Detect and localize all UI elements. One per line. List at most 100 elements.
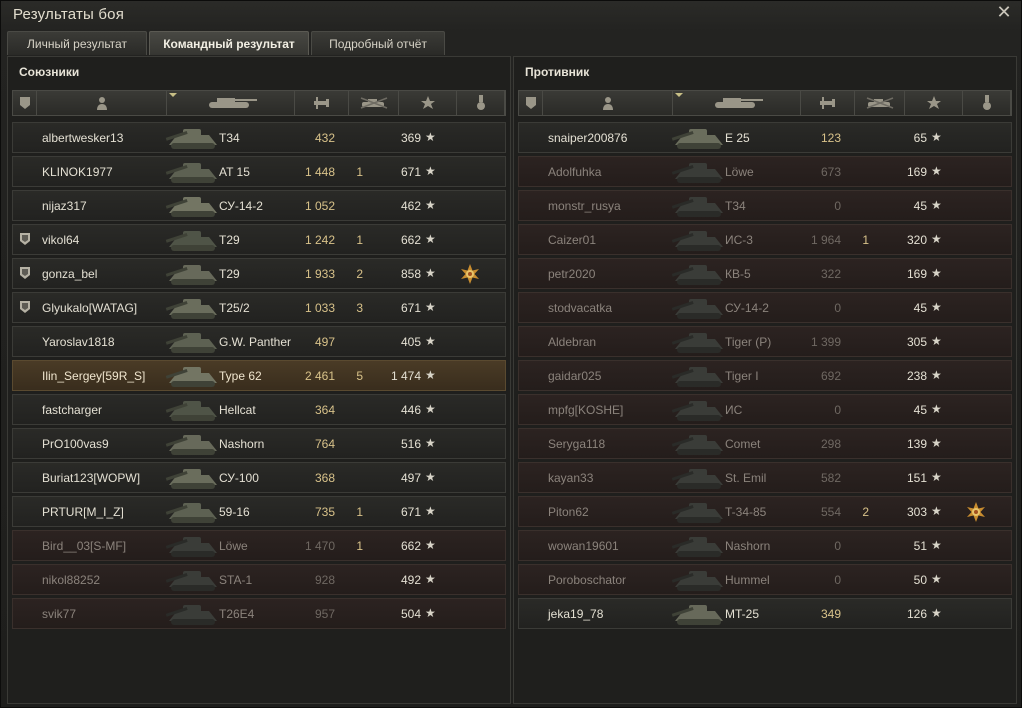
player-sort-icon[interactable] — [37, 91, 167, 115]
player-row[interactable]: mpfg[KOSHE] ИС 0 45 ★ — [518, 394, 1012, 425]
damage-value: 1 448 — [304, 165, 335, 179]
frags-value: 1 — [356, 165, 363, 179]
damage-value: 364 — [314, 403, 335, 417]
damage-sort-icon[interactable] — [295, 91, 349, 115]
player-row[interactable]: albertwesker13 T34 432 369 ★ — [12, 122, 506, 153]
damage-value: 1 470 — [304, 539, 335, 553]
xp-value: 492 — [400, 573, 421, 587]
damage-value: 1 242 — [304, 233, 335, 247]
platoon-sort-icon[interactable] — [13, 91, 37, 115]
damage-sort-icon[interactable] — [801, 91, 855, 115]
player-row[interactable]: gaidar025 Tiger I 692 238 ★ — [518, 360, 1012, 391]
close-icon[interactable]: ✕ — [995, 4, 1013, 22]
tank-icon — [163, 119, 223, 153]
xp-sort-icon[interactable] — [905, 91, 963, 115]
player-row[interactable]: KLINOK1977 AT 15 1 448 1 671 ★ — [12, 156, 506, 187]
damage-value: 0 — [834, 539, 841, 553]
medal-sort-icon[interactable] — [963, 91, 1011, 115]
vehicle-name: T-34-85 — [725, 505, 767, 519]
tank-icon — [163, 493, 223, 527]
tank-icon — [163, 187, 223, 221]
player-row[interactable]: Aldebran Tiger (P) 1 399 305 ★ — [518, 326, 1012, 357]
player-row[interactable]: nikol88252 STA-1 928 492 ★ — [12, 564, 506, 595]
medal-icon[interactable] — [965, 501, 987, 523]
xp-value: 50 — [913, 573, 927, 587]
player-row[interactable]: Poroboschator Hummel 0 50 ★ — [518, 564, 1012, 595]
player-row[interactable]: kayan33 St. Emil 582 151 ★ — [518, 462, 1012, 493]
tab-detailed-report[interactable]: Подробный отчёт — [311, 31, 445, 55]
sort-indicator-icon — [169, 93, 177, 97]
tank-icon — [669, 153, 729, 187]
vehicle-name: Löwe — [219, 539, 248, 553]
player-row[interactable]: Bird__03[S-MF] Löwe 1 470 1 662 ★ — [12, 530, 506, 561]
player-row[interactable]: Buriat123[WOPW] СУ-100 368 497 ★ — [12, 462, 506, 493]
player-name: nijaz317 — [42, 199, 87, 213]
star-icon: ★ — [931, 606, 942, 620]
tank-icon — [669, 255, 729, 289]
player-row[interactable]: stodvacatka СУ-14-2 0 45 ★ — [518, 292, 1012, 323]
player-row[interactable]: svik77 T26E4 957 504 ★ — [12, 598, 506, 629]
player-row[interactable]: Piton62 T-34-85 554 2 303 ★ — [518, 496, 1012, 527]
tank-icon — [669, 187, 729, 221]
player-name: KLINOK1977 — [42, 165, 113, 179]
player-row[interactable]: jeka19_78 MT-25 349 126 ★ — [518, 598, 1012, 629]
vehicle-name: Hummel — [725, 573, 770, 587]
player-row[interactable]: nijaz317 СУ-14-2 1 052 462 ★ — [12, 190, 506, 221]
vehicle-name: St. Emil — [725, 471, 767, 485]
xp-value: 662 — [400, 233, 421, 247]
star-icon: ★ — [425, 538, 436, 552]
star-icon: ★ — [931, 232, 942, 246]
player-row[interactable]: Ilin_Sergey[59R_S] Type 62 2 461 5 1 474 ★ — [12, 360, 506, 391]
player-name: Seryga118 — [548, 437, 606, 451]
title-bar: Результаты боя ✕ — [1, 1, 1021, 29]
tab-personal-result[interactable]: Личный результат — [7, 31, 147, 55]
player-sort-icon[interactable] — [543, 91, 673, 115]
star-icon: ★ — [425, 368, 436, 382]
vehicle-name: Nashorn — [219, 437, 265, 451]
player-row[interactable]: PrO100vas9 Nashorn 764 516 ★ — [12, 428, 506, 459]
medal-icon[interactable] — [459, 263, 481, 285]
player-row[interactable]: Yaroslav1818 G.W. Panther 497 405 ★ — [12, 326, 506, 357]
player-name: Buriat123[WOPW] — [42, 471, 141, 485]
player-row[interactable]: Adolfuhka Löwe 673 169 ★ — [518, 156, 1012, 187]
player-row[interactable]: wowan19601 Nashorn 0 51 ★ — [518, 530, 1012, 561]
frags-sort-icon[interactable] — [855, 91, 905, 115]
star-icon: ★ — [931, 266, 942, 280]
star-icon: ★ — [425, 572, 436, 586]
player-row[interactable]: PRTUR[M_I_Z] 59-16 735 1 671 ★ — [12, 496, 506, 527]
player-row[interactable]: Seryga118 Comet 298 139 ★ — [518, 428, 1012, 459]
tab-team-result[interactable]: Командный результат — [149, 31, 309, 55]
player-row[interactable]: vikol64 T29 1 242 1 662 ★ — [12, 224, 506, 255]
damage-value: 497 — [314, 335, 335, 349]
enemies-title: Противник — [525, 65, 590, 79]
frags-value: 3 — [356, 301, 363, 315]
player-row[interactable]: monstr_rusya T34 0 45 ★ — [518, 190, 1012, 221]
vehicle-sort-icon[interactable] — [673, 91, 801, 115]
player-name: vikol64 — [42, 233, 80, 247]
xp-value: 662 — [400, 539, 421, 553]
tank-icon — [163, 391, 223, 425]
allies-title: Союзники — [19, 65, 80, 79]
tank-icon — [669, 289, 729, 323]
player-row[interactable]: Glyukalo[WATAG] T25/2 1 033 3 671 ★ — [12, 292, 506, 323]
xp-value: 446 — [400, 403, 421, 417]
player-row[interactable]: Caizer01 ИС-3 1 964 1 320 ★ — [518, 224, 1012, 255]
damage-value: 0 — [834, 573, 841, 587]
frags-sort-icon[interactable] — [349, 91, 399, 115]
vehicle-name: Hellcat — [219, 403, 256, 417]
vehicle-sort-icon[interactable] — [167, 91, 295, 115]
player-name: kayan33 — [548, 471, 594, 485]
player-row[interactable]: gonza_bel T29 1 933 2 858 ★ — [12, 258, 506, 289]
sort-indicator-icon — [675, 93, 683, 97]
xp-sort-icon[interactable] — [399, 91, 457, 115]
vehicle-name: T34 — [219, 131, 240, 145]
player-row[interactable]: petr2020 КВ-5 322 169 ★ — [518, 258, 1012, 289]
player-row[interactable]: snaiper200876 E 25 123 65 ★ — [518, 122, 1012, 153]
frags-value: 1 — [356, 505, 363, 519]
star-icon: ★ — [425, 504, 436, 518]
platoon-sort-icon[interactable] — [519, 91, 543, 115]
tank-icon — [163, 527, 223, 561]
player-row[interactable]: fastcharger Hellcat 364 446 ★ — [12, 394, 506, 425]
player-name: gonza_bel — [42, 267, 98, 281]
medal-sort-icon[interactable] — [457, 91, 505, 115]
